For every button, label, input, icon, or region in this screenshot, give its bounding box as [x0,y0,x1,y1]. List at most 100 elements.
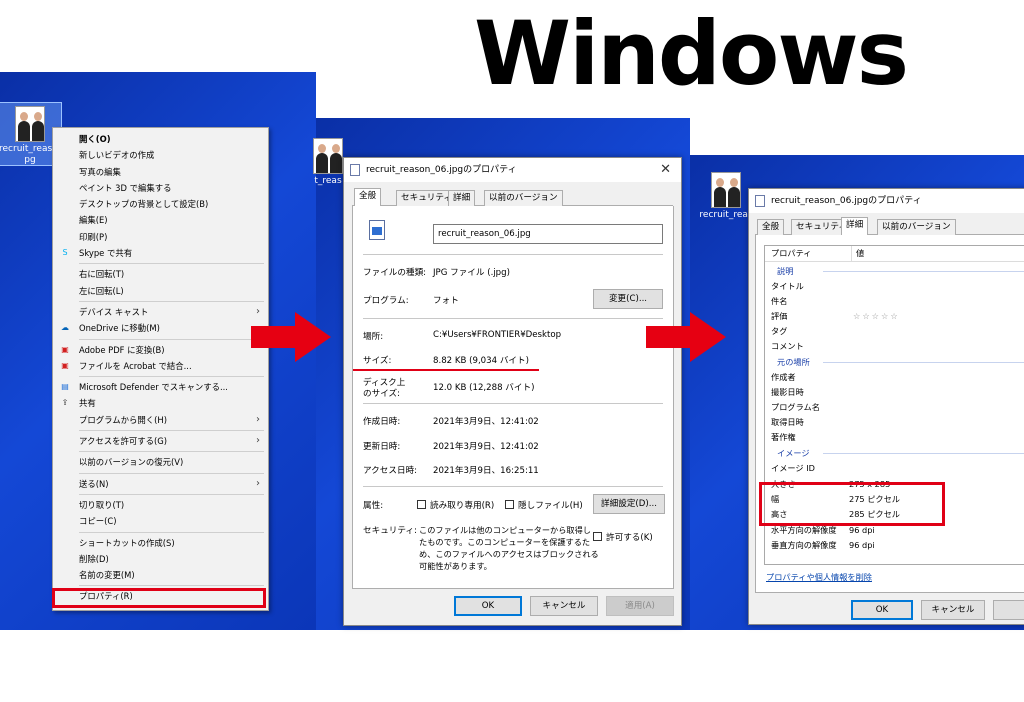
context-menu-item[interactable]: 切り取り(T) [53,497,268,513]
tab-general[interactable]: 全般 [757,219,785,235]
row-date-taken[interactable]: 撮影日時 [765,385,1024,400]
tab-bar: 全般 セキュリティ 詳細 以前のバージョン [352,188,673,207]
created-value: 2021年3月9日、12:41:02 [433,417,539,427]
grid-header: プロパティ 値 [765,246,1024,262]
context-menu-item[interactable]: 削除(D) [53,551,268,567]
context-menu-item-label: ペイント 3D で編集する [79,182,172,193]
context-menu-item-label: 名前の変更(M) [79,570,135,581]
context-menu-item[interactable]: 名前の変更(M) [53,567,268,583]
tab-details[interactable]: 詳細 [448,190,476,206]
context-menu-item[interactable]: ペイント 3D で編集する [53,180,268,196]
rating-stars[interactable]: ☆☆☆☆☆ [853,309,900,324]
context-menu-item[interactable]: 以前のバージョンの復元(V) [53,454,268,470]
onedrive-icon: ☁ [61,323,69,333]
apply-button[interactable]: 適用(A) [606,596,674,616]
context-menu-item[interactable]: 新しいビデオの作成 [53,147,268,163]
context-menu-item[interactable]: ⇪ 共有 [53,395,268,411]
row-rating[interactable]: 評価 ☆☆☆☆☆ [765,309,1024,324]
context-menu-item[interactable]: ☁ OneDrive に移動(M) [53,320,268,336]
change-button[interactable]: 変更(C)... [593,289,663,309]
remove-properties-link[interactable]: プロパティや個人情報を削除 [766,571,872,583]
col-property[interactable]: プロパティ [771,246,811,261]
col-value[interactable]: 値 [851,246,864,261]
row-image-id[interactable]: イメージ ID [765,461,1024,476]
context-menu-item[interactable]: ショートカットの作成(S) [53,535,268,551]
row-acquired[interactable]: 取得日時 [765,415,1024,430]
file-name-label: t_reas [314,176,342,186]
size-underline [353,369,539,371]
location-label: 場所: [363,332,384,342]
menu-separator [79,430,264,432]
accessed-label: アクセス日時: [363,466,418,476]
context-menu-item[interactable]: 左に回転(L) [53,283,268,299]
ok-button[interactable]: OK [851,600,913,620]
advanced-button[interactable]: 詳細設定(D)... [593,494,665,514]
tab-previous-versions[interactable]: 以前のバージョン [484,190,563,206]
close-icon[interactable]: ✕ [660,158,671,182]
hidden-checkbox[interactable] [505,500,514,509]
row-copyright[interactable]: 著作権 [765,430,1024,445]
type-value: JPG ファイル (.jpg) [433,268,510,278]
context-menu-item[interactable]: 送る(N) › [53,476,268,492]
ok-button[interactable]: OK [454,596,522,616]
tab-details[interactable]: 詳細 [841,217,869,236]
apply-button[interactable] [993,600,1024,620]
skype-icon: S [62,248,68,258]
context-menu-item-label: 編集(E) [79,215,108,226]
context-menu-item[interactable]: プログラムから開く(H) › [53,412,268,428]
context-menu-item[interactable]: 印刷(P) [53,229,268,245]
tab-previous-versions[interactable]: 以前のバージョン [877,219,956,235]
accessed-value: 2021年3月9日、16:25:11 [433,466,539,476]
group-description: 説明 [765,264,1024,279]
context-menu-item-label: Adobe PDF に変換(B) [79,344,165,355]
general-pane: recruit_reason_06.jpg ファイルの種類: JPG ファイル … [352,206,674,589]
file-icon-3[interactable]: recruit_reas [696,172,756,221]
row-tags[interactable]: タグ [765,324,1024,339]
type-label: ファイルの種類: [363,268,427,278]
divider [363,318,663,319]
divider [363,254,663,255]
row-authors[interactable]: 作成者 [765,370,1024,385]
menu-separator [79,451,264,453]
filename-input[interactable]: recruit_reason_06.jpg [433,224,663,244]
row-program[interactable]: プログラム名 [765,400,1024,415]
file-icon-2[interactable]: t_reas [310,138,346,187]
context-menu-item[interactable]: 写真の編集 [53,164,268,180]
menu-separator [79,493,264,495]
attributes-label: 属性: [363,501,384,511]
tab-general[interactable]: 全般 [354,188,382,207]
properties-highlight-box [52,588,266,608]
context-menu-item[interactable]: ▣ ファイルを Acrobat で結合... [53,358,268,374]
context-menu-item[interactable]: デスクトップの背景として設定(B) [53,196,268,212]
menu-separator [79,472,264,474]
context-menu-item[interactable]: コピー(C) [53,513,268,529]
context-menu-item-label: OneDrive に移動(M) [79,323,160,334]
group-origin: 元の場所 [765,355,1024,370]
properties-dialog-details: recruit_reason_06.jpgのプロパティ 全般 セキュリティ 詳細… [748,188,1024,625]
context-menu-item[interactable]: 編集(E) [53,212,268,228]
properties-dialog-general: recruit_reason_06.jpgのプロパティ ✕ 全般 セキュリティ … [343,157,682,626]
context-menu-item[interactable]: ▣ Adobe PDF に変換(B) [53,342,268,358]
context-menu-item[interactable]: ▤ Microsoft Defender でスキャンする... [53,379,268,395]
menu-separator [79,263,264,265]
context-menu-item[interactable]: 右に回転(T) [53,266,268,282]
readonly-checkbox[interactable] [417,500,426,509]
allow-label: 許可する(K) [606,533,653,543]
group-image: イメージ [765,446,1024,461]
row-vertical-resolution[interactable]: 垂直方向の解像度 96 dpi [765,538,1024,553]
context-menu-item[interactable]: S Skype で共有 [53,245,268,261]
cancel-button[interactable]: キャンセル [921,600,985,620]
context-menu-item[interactable]: アクセスを許可する(G) › [53,433,268,449]
context-menu-item-label: 右に回転(T) [79,269,125,280]
size-value: 8.82 KB (9,034 バイト) [433,356,529,366]
modified-label: 更新日時: [363,442,401,452]
allow-checkbox[interactable] [593,532,602,541]
row-subject[interactable]: 件名 [765,294,1024,309]
image-thumbnail-icon [15,106,45,142]
row-comments[interactable]: コメント [765,339,1024,354]
cancel-button[interactable]: キャンセル [530,596,598,616]
context-menu-item[interactable]: デバイス キャスト › [53,304,268,320]
row-title[interactable]: タイトル [765,279,1024,294]
chevron-right-icon: › [256,413,260,425]
context-menu-item[interactable]: 開く(O) [53,131,268,147]
